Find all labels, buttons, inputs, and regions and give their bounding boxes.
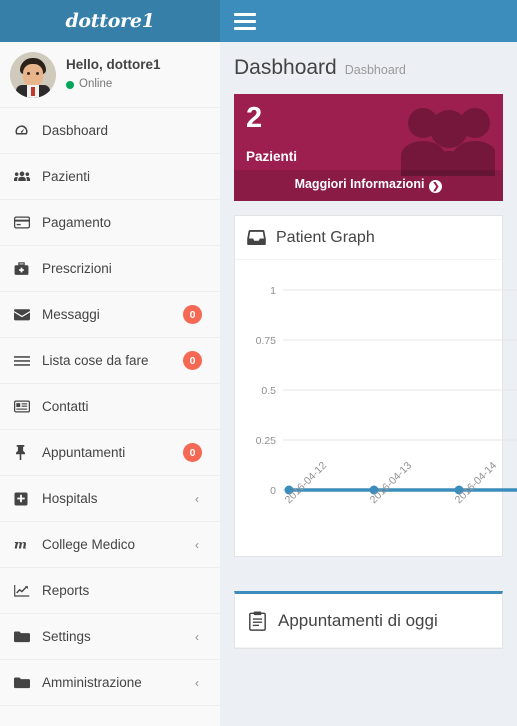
sidebar-item-label: Dasbhoard bbox=[42, 123, 109, 138]
hamburger-bar bbox=[234, 19, 256, 23]
user-panel[interactable]: Hello, dottore1 Online bbox=[0, 42, 220, 108]
page-subtitle: Dasbhoard bbox=[344, 63, 406, 77]
online-dot-icon bbox=[66, 81, 74, 90]
chart-svg: 1 0.75 0.5 0.25 0 2016-04-12 2016-04-13 bbox=[256, 285, 517, 507]
sidebar-item-college-medico[interactable]: m College Medico ‹ bbox=[0, 522, 220, 568]
sidebar-item-lista-cose-da-fare[interactable]: Lista cose da fare 0 bbox=[0, 338, 220, 384]
patient-line-chart: 1 0.75 0.5 0.25 0 2016-04-12 2016-04-13 bbox=[241, 268, 517, 556]
credit-card-icon bbox=[14, 216, 36, 229]
panel-header: Patient Graph bbox=[235, 216, 502, 260]
sidebar-item-dashboard[interactable]: Dasbhoard bbox=[0, 108, 220, 154]
brand-logo[interactable]: dottore1 bbox=[0, 0, 220, 42]
sidebar-item-amministrazione[interactable]: Amministrazione ‹ bbox=[0, 660, 220, 706]
sidebar-item-label: Reports bbox=[42, 583, 90, 598]
sidebar-badge: 0 bbox=[183, 443, 202, 462]
inbox-icon bbox=[247, 229, 266, 246]
sidebar-item-label: Contatti bbox=[42, 399, 89, 414]
x-axis-tick: 2016-04-14 bbox=[453, 460, 500, 507]
y-axis-tick: 0.75 bbox=[256, 335, 277, 347]
envelope-icon bbox=[14, 308, 36, 321]
page-header: Dasbhoard Dasbhoard bbox=[220, 42, 517, 90]
panel-body: 1 0.75 0.5 0.25 0 2016-04-12 2016-04-13 bbox=[235, 260, 517, 556]
svg-text:m: m bbox=[14, 538, 27, 551]
navbar bbox=[220, 0, 517, 42]
sidebar-item-messaggi[interactable]: Messaggi 0 bbox=[0, 292, 220, 338]
stat-label: Pazienti bbox=[246, 149, 298, 164]
sidebar-item-hospitals[interactable]: Hospitals ‹ bbox=[0, 476, 220, 522]
y-axis-tick: 0.25 bbox=[256, 435, 277, 447]
line-chart-icon bbox=[14, 584, 36, 597]
y-axis-tick: 0 bbox=[270, 485, 276, 497]
folder-icon bbox=[14, 630, 36, 643]
sidebar-badge: 0 bbox=[183, 305, 202, 324]
sidebar-item-label: Lista cose da fare bbox=[42, 353, 149, 368]
hamburger-icon[interactable] bbox=[232, 11, 258, 31]
arrow-right-icon: ❯ bbox=[429, 180, 443, 193]
panel-title: Appuntamenti di oggi bbox=[278, 610, 438, 630]
hospital-icon bbox=[14, 492, 36, 506]
sidebar-menu: Dasbhoard Pazienti Pagamento Prescrizion… bbox=[0, 108, 220, 706]
dashboard-icon bbox=[14, 123, 36, 138]
list-icon bbox=[14, 355, 36, 367]
pin-icon bbox=[14, 445, 36, 460]
chevron-left-icon: ‹ bbox=[195, 491, 199, 506]
app-root: dottore1 Hello, dottore1 Online Dasbhoar… bbox=[0, 0, 517, 726]
x-axis-tick: 2016-04-13 bbox=[368, 460, 415, 507]
stat-more-info-link[interactable]: Maggiori Informazioni ❯ bbox=[234, 170, 503, 201]
sidebar-item-label: Settings bbox=[42, 629, 91, 644]
sidebar-item-prescrizioni[interactable]: Prescrizioni bbox=[0, 246, 220, 292]
sidebar-item-settings[interactable]: Settings ‹ bbox=[0, 614, 220, 660]
medkit-icon bbox=[14, 261, 36, 276]
top-bar: dottore1 bbox=[0, 0, 517, 42]
sidebar-badge: 0 bbox=[183, 351, 202, 370]
today-appointments-panel: Appuntamenti di oggi bbox=[234, 591, 503, 649]
user-status-label: Online bbox=[79, 78, 113, 91]
user-avatar bbox=[10, 51, 56, 98]
sidebar-item-pazienti[interactable]: Pazienti bbox=[0, 154, 220, 200]
user-info: Hello, dottore1 Online bbox=[56, 56, 161, 93]
sidebar-item-label: Pagamento bbox=[42, 215, 112, 230]
chevron-left-icon: ‹ bbox=[195, 537, 199, 552]
stat-value: 2 bbox=[246, 102, 263, 134]
hamburger-bar bbox=[234, 12, 256, 16]
users-icon bbox=[14, 169, 36, 184]
stat-more-info-label: Maggiori Informazioni bbox=[294, 177, 425, 191]
panel-title: Patient Graph bbox=[276, 228, 375, 246]
user-status: Online bbox=[66, 77, 161, 93]
user-greeting: Hello, dottore1 bbox=[66, 57, 161, 73]
sidebar-item-label: Appuntamenti bbox=[42, 445, 126, 460]
chevron-left-icon: ‹ bbox=[195, 675, 199, 690]
sidebar: Hello, dottore1 Online Dasbhoard Pazient… bbox=[0, 42, 220, 726]
contact-card-icon bbox=[14, 400, 36, 413]
folder-icon bbox=[14, 676, 36, 689]
y-axis-tick: 0.5 bbox=[261, 385, 276, 397]
brand-logo-text: dottore1 bbox=[65, 10, 155, 32]
sidebar-item-reports[interactable]: Reports bbox=[0, 568, 220, 614]
chevron-left-icon: ‹ bbox=[195, 629, 199, 644]
m-letter-icon: m bbox=[14, 538, 36, 551]
sidebar-item-label: Prescrizioni bbox=[42, 261, 112, 276]
sidebar-item-label: College Medico bbox=[42, 537, 136, 552]
sidebar-item-label: Hospitals bbox=[42, 491, 98, 506]
sidebar-item-contatti[interactable]: Contatti bbox=[0, 384, 220, 430]
sidebar-item-label: Amministrazione bbox=[42, 675, 142, 690]
sidebar-item-label: Pazienti bbox=[42, 169, 91, 184]
page-title: Dasbhoard bbox=[234, 56, 337, 79]
clipboard-icon bbox=[249, 611, 266, 631]
stat-card-pazienti: 2 Pazienti Maggiori Informazioni ❯ bbox=[234, 94, 503, 201]
panel-header: Appuntamenti di oggi bbox=[235, 594, 502, 648]
sidebar-item-pagamento[interactable]: Pagamento bbox=[0, 200, 220, 246]
hamburger-bar bbox=[234, 26, 256, 30]
content-area: Dasbhoard Dasbhoard 2 Pazienti Maggiori … bbox=[220, 42, 517, 726]
x-axis-tick: 2016-04-12 bbox=[283, 460, 330, 507]
y-axis-tick: 1 bbox=[270, 285, 276, 297]
sidebar-item-appuntamenti[interactable]: Appuntamenti 0 bbox=[0, 430, 220, 476]
sidebar-item-label: Messaggi bbox=[42, 307, 100, 322]
patient-graph-panel: Patient Graph 1 0.75 0.5 0.25 0 2016-04-… bbox=[234, 215, 517, 557]
stat-card-body: 2 Pazienti bbox=[234, 94, 503, 170]
